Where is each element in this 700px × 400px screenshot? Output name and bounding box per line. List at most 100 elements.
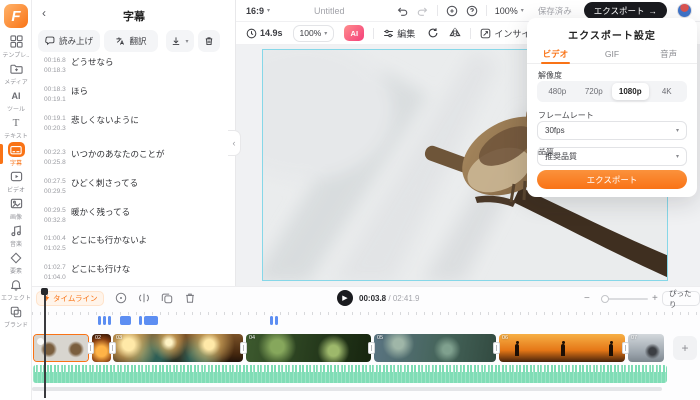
sidebar-item-templates[interactable]: テンプレ..	[0, 34, 32, 60]
transition-handle[interactable]	[493, 342, 500, 354]
clip-4[interactable]: 04	[246, 334, 371, 362]
duplicate-icon[interactable]	[161, 292, 173, 304]
clip-number: 03	[116, 335, 123, 341]
subtitle-text: 悲しくないように	[71, 115, 139, 125]
resolution-720p[interactable]: 720p	[576, 83, 613, 100]
subtitle-row[interactable]: 00:22.3 00:25.8 いつかのあなたのことが	[32, 147, 228, 176]
subtitle-segment[interactable]	[144, 316, 158, 325]
read-aloud-label: 読み上げ	[58, 36, 93, 46]
clip-number: 02	[95, 335, 102, 341]
timeline-ruler[interactable]	[32, 311, 700, 316]
timeline-zoom-slider[interactable]	[601, 295, 648, 303]
subtitle-segment[interactable]	[270, 316, 273, 325]
subtitle-row[interactable]: 00:29.5 00:32.8 暖かく残ってる	[32, 205, 228, 234]
transition-handle[interactable]	[87, 342, 94, 354]
chevron-down-icon: ▾	[675, 128, 679, 134]
zoom-in-icon[interactable]: +	[652, 293, 658, 304]
sidebar-item-effects[interactable]: エフェクト	[0, 277, 32, 303]
canvas-zoom-selector[interactable]: 100% ▾	[495, 6, 524, 16]
subtitles-icon	[7, 142, 25, 157]
subtitle-segment[interactable]	[98, 316, 101, 325]
transition-handle[interactable]	[109, 342, 116, 354]
trash-icon[interactable]	[184, 292, 196, 304]
framerate-select[interactable]: 30fps ▾	[537, 121, 687, 140]
undo-icon[interactable]	[396, 5, 408, 17]
redo-icon[interactable]	[417, 5, 429, 17]
subtitle-segment[interactable]	[103, 316, 106, 325]
resolution-480p[interactable]: 480p	[539, 83, 576, 100]
translate-button[interactable]: 翻訳	[104, 30, 158, 52]
subtitle-row[interactable]: 00:16.8 00:18.3 どうせなら	[32, 55, 228, 84]
add-marker-icon[interactable]	[115, 292, 127, 304]
clip-7[interactable]: 07	[628, 334, 664, 362]
audio-waveform-track[interactable]	[33, 365, 667, 383]
help-icon[interactable]	[466, 5, 478, 17]
delete-subtitles-button[interactable]	[198, 30, 220, 52]
subtitle-segment[interactable]	[275, 316, 278, 325]
tab-video[interactable]: ビデオ	[527, 46, 584, 64]
sidebar-item-image[interactable]: 画像	[0, 196, 32, 222]
clip-duration[interactable]: 14.9s	[246, 28, 283, 39]
add-clip-button[interactable]: +	[673, 336, 697, 360]
subtitle-row[interactable]: 01:00.4 01:02.5 どこにも行かないよ	[32, 233, 228, 262]
framerate-label: フレームレート	[538, 111, 594, 120]
sidebar-item-subtitles[interactable]: 字幕	[0, 142, 32, 168]
tab-gif[interactable]: GIF	[584, 46, 641, 63]
export-tabs: ビデオ GIF 音声	[527, 46, 697, 64]
subtitle-row[interactable]: 00:19.1 00:20.3 悲しくないように	[32, 113, 228, 142]
clip-3[interactable]: 03	[113, 334, 243, 362]
subtitle-segment[interactable]	[139, 316, 142, 325]
sidebar-item-ai-tools[interactable]: AI ツール	[0, 88, 32, 114]
quality-select[interactable]: 推奨品質 ▾	[537, 147, 687, 166]
zoom-out-icon[interactable]: −	[584, 293, 590, 304]
clip-zoom-selector[interactable]: 100% ▾	[292, 24, 335, 42]
popup-export-button[interactable]: エクスポート	[537, 170, 687, 189]
split-icon[interactable]	[138, 292, 150, 304]
clip-1-selected[interactable]	[33, 334, 89, 362]
tab-audio[interactable]: 音声	[640, 46, 697, 63]
flexclip-logo[interactable]: F	[4, 4, 28, 28]
subtitle-row[interactable]: 00:18.3 00:19.1 ほら	[32, 84, 228, 113]
sidebar-item-media[interactable]: メディア	[0, 61, 32, 87]
user-avatar[interactable]	[677, 3, 692, 18]
resolution-1080p[interactable]: 1080p	[612, 83, 649, 100]
fit-button[interactable]: ぴったり	[662, 289, 700, 309]
slider-knob[interactable]	[601, 295, 609, 303]
subtitle-row[interactable]: 01:02.7 01:04.0 どこにも行けな	[32, 262, 228, 291]
timeline-scrollbar[interactable]	[32, 387, 662, 391]
read-aloud-button[interactable]: 読み上げ	[38, 30, 100, 52]
edit-button[interactable]: 編集	[383, 27, 415, 40]
export-button[interactable]: エクスポート →	[583, 2, 667, 19]
rotate-icon[interactable]	[427, 27, 439, 39]
sidebar-item-music[interactable]: 音楽	[0, 223, 32, 249]
sidebar-item-elements[interactable]: 要素	[0, 250, 32, 276]
resolution-4k[interactable]: 4K	[649, 83, 686, 100]
text-icon: T	[12, 116, 20, 129]
subtitle-row[interactable]: 00:27.5 00:29.5 ひどく刺さってる	[32, 176, 228, 205]
subtitle-timerange: 00:22.3 00:25.8	[44, 149, 66, 166]
subtitle-text: 暖かく残ってる	[71, 207, 131, 217]
resolution-label: 解像度	[538, 71, 562, 80]
clip-5[interactable]: 05	[374, 334, 496, 362]
clip-thumbnail	[61, 335, 88, 361]
play-button[interactable]: ▶	[337, 290, 353, 306]
transition-handle[interactable]	[622, 342, 629, 354]
resize-icon[interactable]	[446, 5, 458, 17]
sidebar-item-video[interactable]: ビデオ	[0, 169, 32, 195]
sidebar-item-text[interactable]: T テキスト	[0, 115, 32, 141]
timeline-toggle-label: タイムライン	[53, 293, 98, 303]
playhead[interactable]	[41, 288, 48, 398]
sidebar-item-brand[interactable]: ブランド	[0, 304, 32, 330]
project-title[interactable]: Untitled	[314, 6, 345, 16]
ratio-selector[interactable]: 16:9 ▾	[246, 6, 270, 16]
clip-6[interactable]: 06	[499, 334, 625, 362]
subtitle-segment[interactable]	[108, 316, 111, 325]
ai-enhance-button[interactable]: AI	[344, 25, 365, 41]
translate-icon	[115, 36, 125, 46]
transition-handle[interactable]	[240, 342, 247, 354]
transition-handle[interactable]	[368, 342, 375, 354]
flip-icon[interactable]	[449, 27, 461, 39]
download-button[interactable]: ▾	[166, 30, 194, 52]
panel-collapse-handle[interactable]: ‹	[228, 130, 241, 156]
subtitle-segment[interactable]	[120, 316, 131, 325]
